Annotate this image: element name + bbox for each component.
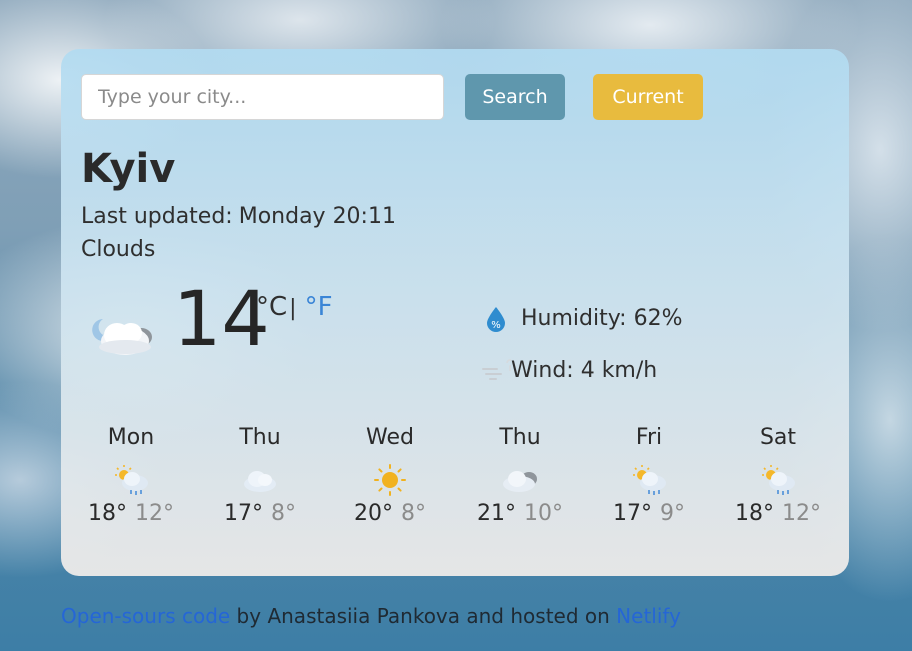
sun-rain-icon (633, 465, 666, 495)
forecast-max: 18° (735, 501, 774, 526)
cloud-night-icon (92, 319, 152, 355)
last-updated: Last updated: Monday 20:11 (81, 204, 396, 229)
forecast-max: 17° (224, 501, 263, 526)
footer: Open-sours code by Anastasiia Pankova an… (61, 604, 681, 628)
wind-label: Wind: (511, 358, 574, 383)
temperature-units: °C| °F (256, 292, 333, 322)
forecast-day: Fri 17° 9° (594, 425, 704, 526)
forecast-temps: 20° 8° (335, 501, 445, 526)
forecast-max: 21° (477, 501, 516, 526)
forecast-min: 8° (401, 501, 426, 526)
humidity-label: Humidity: (521, 306, 627, 331)
clouds-icon (503, 471, 537, 492)
celsius-link[interactable]: °C (256, 292, 287, 322)
forecast-max: 18° (88, 501, 127, 526)
forecast-temps: 21° 10° (465, 501, 575, 526)
forecast-day-name: Mon (107, 425, 155, 450)
forecast-min: 12° (782, 501, 821, 526)
forecast-day: Sat 18° 12° (723, 425, 833, 526)
forecast-min: 12° (135, 501, 174, 526)
forecast-temps: 17° 9° (594, 501, 704, 526)
forecast-max: 17° (613, 501, 652, 526)
forecast-day-name: Thu (499, 425, 541, 450)
wind: Wind: 4 km/h (481, 357, 657, 385)
forecast-day-name: Sat (759, 425, 797, 450)
city-search-input[interactable] (81, 74, 444, 120)
forecast-day-name: Thu (239, 425, 281, 450)
weather-description: Clouds (81, 237, 156, 262)
forecast-temps: 18° 12° (76, 501, 186, 526)
last-updated-label: Last updated: (81, 204, 233, 229)
cloud-icon (244, 471, 276, 492)
humidity-value: 62% (633, 306, 683, 331)
forecast-day: Wed 20° 8° (335, 425, 445, 526)
forecast-day: Mon 18° 12° (76, 425, 186, 526)
forecast-day: Thu 21° 10° (465, 425, 575, 526)
sun-rain-icon (115, 465, 148, 495)
forecast-day: Thu 17° 8° (205, 425, 315, 526)
forecast-min: 10° (524, 501, 563, 526)
unit-separator: | (289, 296, 297, 321)
weather-card: Search Current Kyiv Last updated:Monday … (61, 49, 849, 576)
fahrenheit-link[interactable]: °F (305, 292, 333, 322)
forecast-temps: 17° 8° (205, 501, 315, 526)
current-location-button[interactable]: Current (593, 74, 703, 120)
netlify-link[interactable]: Netlify (616, 604, 681, 628)
search-button[interactable]: Search (465, 74, 565, 120)
humidity: % Humidity: 62% (481, 305, 682, 333)
humidity-drop-icon: % (487, 307, 505, 332)
forecast-min: 9° (660, 501, 685, 526)
forecast: Mon 18° 12° Thu 17° 8° Wed 20° 8° Thu 21… (61, 425, 849, 545)
last-updated-value: Monday 20:11 (238, 204, 396, 229)
wind-value: 4 km/h (580, 358, 658, 383)
forecast-max: 20° (354, 501, 393, 526)
source-code-link[interactable]: Open-sours code (61, 604, 230, 628)
forecast-day-name: Fri (635, 425, 663, 450)
forecast-day-name: Wed (366, 425, 414, 450)
sun-icon (374, 464, 406, 496)
forecast-min: 8° (271, 501, 296, 526)
svg-text:%: % (491, 320, 501, 331)
footer-text: by Anastasiia Pankova and hosted on (230, 604, 617, 628)
wind-icon (482, 359, 511, 380)
city-name: Kyiv (81, 146, 176, 192)
sun-rain-icon (762, 465, 795, 495)
forecast-temps: 18° 12° (723, 501, 833, 526)
